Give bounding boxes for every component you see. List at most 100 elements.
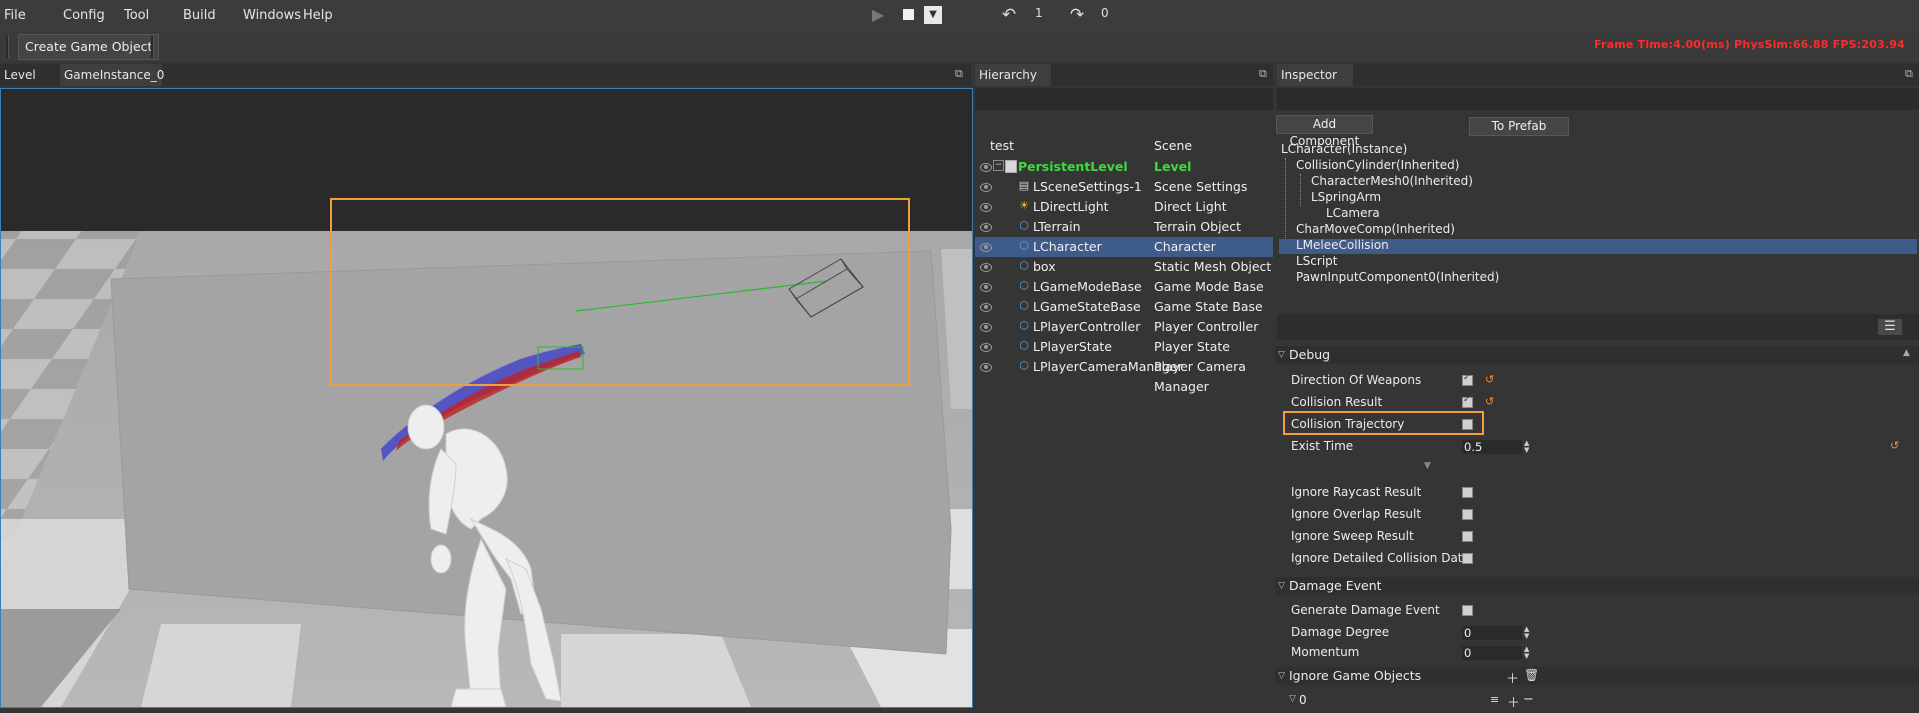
collapse-arrow-icon[interactable]: ▽ (1278, 577, 1285, 595)
component-item-selected[interactable]: LMeleeCollision (1296, 238, 1389, 253)
tree-row[interactable]: ⬡ LGameStateBase Game State Base (975, 297, 1273, 317)
tree-row[interactable]: ⬡ LGameModeBase Game Mode Base (975, 277, 1273, 297)
redo-count: 0 (1101, 6, 1109, 20)
visibility-eye-icon[interactable] (980, 363, 992, 372)
visibility-eye-icon[interactable] (980, 323, 992, 332)
undo-icon[interactable]: ↶ (1000, 6, 1018, 24)
visibility-eye-icon[interactable] (980, 183, 992, 192)
trash-icon[interactable]: 🗑 (1524, 668, 1539, 682)
tree-row[interactable]: ⬡ LTerrain Terrain Object (975, 217, 1273, 237)
ignore-detailed-checkbox[interactable] (1462, 553, 1473, 564)
cube-icon: ⬡ (1019, 259, 1029, 272)
damage-degree-field[interactable]: 0 (1462, 626, 1522, 640)
add-icon[interactable]: ＋ (1506, 668, 1519, 687)
pin-icon[interactable]: ⧉ (1905, 68, 1917, 80)
edit-list-icon[interactable]: ≡ (1490, 693, 1499, 706)
play-icon[interactable]: ▶ (869, 6, 887, 24)
pin-icon[interactable]: ⧉ (955, 68, 967, 80)
tree-row[interactable]: ⬡ box Static Mesh Object (975, 257, 1273, 277)
debug-section-header[interactable]: ▽ Debug (1275, 346, 1919, 364)
component-root[interactable]: LCharacter(Instance) (1281, 142, 1407, 157)
expand-more-icon[interactable]: ▼ (1424, 461, 1431, 471)
damage-section-header[interactable]: ▽ Damage Event (1275, 577, 1919, 595)
ignore-object-row[interactable]: ▽ 0 ≡ ＋ − (1285, 692, 1919, 711)
reset-icon[interactable]: ↺ (1485, 373, 1494, 386)
menu-help[interactable]: Help (303, 8, 333, 23)
menu-list-icon[interactable]: ☰ (1878, 319, 1902, 335)
ignore-overlap-checkbox[interactable] (1462, 509, 1473, 520)
visibility-eye-icon[interactable] (980, 163, 992, 172)
tree-type: Game Mode Base (1154, 279, 1264, 294)
spin-down-icon[interactable]: ▼ (1524, 653, 1529, 660)
to-prefab-button[interactable]: To Prefab (1469, 117, 1569, 136)
toolbar-handle-end (151, 36, 154, 58)
collapse-arrow-icon[interactable]: ▽ (1278, 667, 1285, 685)
game-viewport[interactable] (0, 88, 973, 708)
scroll-up-icon[interactable]: ▲ (1903, 348, 1910, 358)
component-item[interactable]: LScript (1296, 254, 1338, 269)
play-options-dropdown-icon[interactable]: ▼ (924, 6, 942, 24)
visibility-eye-icon[interactable] (980, 303, 992, 312)
hierarchy-header-type: Scene (1154, 138, 1193, 153)
component-item[interactable]: LCamera (1326, 206, 1380, 221)
add-icon[interactable]: ＋ (1507, 692, 1520, 711)
direction-of-weapons-checkbox[interactable] (1462, 373, 1473, 386)
exist-time-field[interactable]: 0.5 (1462, 440, 1522, 454)
generate-damage-checkbox[interactable] (1462, 605, 1473, 616)
collision-result-checkbox[interactable] (1462, 395, 1473, 408)
component-item[interactable]: CharacterMesh0(Inherited) (1311, 174, 1473, 189)
stop-icon[interactable] (899, 6, 917, 24)
visibility-eye-icon[interactable] (980, 263, 992, 272)
main-toolbar: Create Game Object Frame Time:4.00(ms) P… (0, 32, 1919, 62)
reset-icon[interactable]: ↺ (1890, 439, 1899, 452)
remove-icon[interactable]: − (1523, 692, 1534, 707)
pin-icon[interactable]: ⧉ (1259, 68, 1271, 80)
menu-config[interactable]: Config (63, 8, 105, 23)
ignore-objects-section-header[interactable]: ▽ Ignore Game Objects ＋ 🗑 (1275, 667, 1919, 687)
hierarchy-search[interactable] (975, 88, 1273, 110)
visibility-eye-icon[interactable] (980, 283, 992, 292)
ignore-sweep-checkbox[interactable] (1462, 531, 1473, 542)
tree-row[interactable]: ☀ LDirectLight Direct Light (975, 197, 1273, 217)
tree-row[interactable]: ⬡ LPlayerController Player Controller (975, 317, 1273, 337)
component-item[interactable]: CharMoveComp(Inherited) (1296, 222, 1455, 237)
menu-build[interactable]: Build (183, 8, 216, 23)
component-item[interactable]: CollisionCylinder(Inherited) (1296, 158, 1459, 173)
tree-row[interactable]: ▤ LSceneSettings-1 Scene Settings (975, 177, 1273, 197)
inspector-search[interactable] (1277, 88, 1919, 110)
redo-icon[interactable]: ↷ (1068, 6, 1086, 24)
menu-file[interactable]: File (4, 8, 26, 23)
menu-windows[interactable]: Windows (243, 8, 301, 23)
perf-stats: Frame Time:4.00(ms) PhysSim:66.88 FPS:20… (1594, 38, 1905, 51)
menu-tool[interactable]: Tool (124, 8, 149, 23)
visibility-eye-icon[interactable] (980, 203, 992, 212)
tab-level[interactable]: Level (0, 64, 40, 86)
visibility-eye-icon[interactable] (980, 343, 992, 352)
collapse-toggle-icon[interactable]: − (993, 160, 1004, 171)
toolbar-handle[interactable] (6, 36, 9, 58)
create-game-object-button[interactable]: Create Game Object (18, 34, 160, 60)
prop-ignore-detailed: Ignore Detailed Collision Data (1291, 551, 1470, 565)
add-component-button[interactable]: Add Component (1276, 115, 1373, 148)
tree-row[interactable]: ⬡ LPlayerCameraManager Player Camera Man… (975, 357, 1273, 394)
collapse-arrow-icon[interactable]: ▽ (1278, 346, 1285, 364)
component-item[interactable]: LSpringArm (1311, 190, 1381, 205)
visibility-eye-icon[interactable] (980, 223, 992, 232)
cube-icon: ⬡ (1019, 219, 1029, 232)
inspector-splitter[interactable]: ☰ (1277, 314, 1919, 340)
tree-row-persistent-level[interactable]: − PersistentLevel Level (975, 157, 1273, 177)
tab-hierarchy[interactable]: Hierarchy (975, 64, 1051, 86)
tree-row-selected[interactable]: ⬡ LCharacter Character (975, 237, 1273, 257)
momentum-field[interactable]: 0 (1462, 646, 1522, 660)
spin-down-icon[interactable]: ▼ (1524, 447, 1529, 454)
reset-icon[interactable]: ↺ (1485, 395, 1494, 408)
spin-down-icon[interactable]: ▼ (1524, 633, 1529, 640)
prop-direction-of-weapons: Direction Of Weapons (1291, 373, 1422, 387)
tree-row[interactable]: ⬡ LPlayerState Player State (975, 337, 1273, 357)
tab-inspector[interactable]: Inspector (1277, 64, 1353, 86)
collapse-arrow-icon[interactable]: ▽ (1289, 694, 1296, 704)
component-item[interactable]: PawnInputComponent0(Inherited) (1296, 270, 1499, 285)
tab-game-instance[interactable]: GameInstance_0 (60, 64, 164, 86)
visibility-eye-icon[interactable] (980, 243, 992, 252)
ignore-raycast-checkbox[interactable] (1462, 487, 1473, 498)
